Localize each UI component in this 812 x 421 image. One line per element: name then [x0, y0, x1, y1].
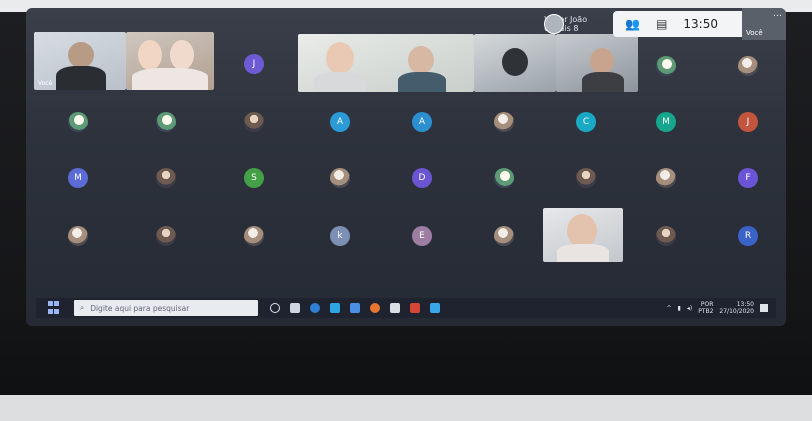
store-icon[interactable]	[390, 303, 400, 313]
pdf-icon[interactable]	[410, 303, 420, 313]
caller-chip[interactable]: Victor João e mais 8	[544, 14, 587, 34]
language-indicator[interactable]: POR PTB2	[698, 301, 713, 315]
task-view-icon[interactable]	[290, 303, 300, 313]
participant-avatar[interactable]: M	[68, 168, 88, 188]
chevron-up-icon[interactable]: ^	[666, 305, 671, 312]
windows-taskbar: ⌕ Digite aqui para pesquisar ^ ▮ ◂) POR …	[36, 298, 776, 318]
desk-surface	[0, 395, 812, 421]
firefox-icon[interactable]	[370, 303, 380, 313]
participant-photo[interactable]	[330, 168, 350, 188]
participant-photo[interactable]	[494, 112, 514, 132]
video-tile-boy-light[interactable]	[556, 34, 638, 92]
participant-face	[68, 42, 94, 68]
video-tile-girl-boy[interactable]	[298, 34, 474, 92]
participant-avatar[interactable]: k	[330, 226, 350, 246]
participant-photo[interactable]	[738, 56, 758, 76]
participant-photo[interactable]	[494, 168, 514, 188]
more-options-icon[interactable]: …	[773, 9, 782, 19]
participant-avatar[interactable]: E	[412, 226, 432, 246]
system-tray: ^ ▮ ◂) POR PTB2 13:50 27/10/2020	[666, 301, 776, 315]
participant-photo[interactable]	[494, 226, 514, 246]
edge-icon[interactable]	[310, 303, 320, 313]
participant-photo[interactable]	[576, 168, 596, 188]
video-tile-self[interactable]: Você	[34, 32, 126, 90]
meeting-topbar: Victor João e mais 8 👥 ▤ 13:50 … Você	[544, 8, 786, 40]
meeting-clock: 13:50	[683, 17, 718, 31]
video-tile-girl-glasses[interactable]	[543, 208, 623, 262]
search-icon: ⌕	[80, 303, 85, 312]
participant-photo[interactable]	[244, 112, 264, 132]
search-box[interactable]: ⌕ Digite aqui para pesquisar	[74, 300, 258, 316]
participant-avatar[interactable]: D	[412, 168, 432, 188]
participant-avatar[interactable]: F	[738, 168, 758, 188]
notifications-icon[interactable]	[760, 304, 768, 312]
participant-photo[interactable]	[656, 168, 676, 188]
chat-icon[interactable]: ▤	[656, 17, 667, 31]
participant-photo[interactable]	[68, 112, 88, 132]
participant-photo[interactable]	[656, 56, 676, 76]
participant-photo[interactable]	[156, 168, 176, 188]
self-preview[interactable]: … Você	[742, 8, 786, 40]
video-tile-boy-dark[interactable]	[474, 34, 556, 92]
participant-avatar[interactable]: J	[244, 54, 264, 74]
participant-avatar[interactable]: M	[656, 112, 676, 132]
laptop-screen: Você Victor João e mais 8 👥 ▤	[26, 8, 786, 326]
network-icon[interactable]: ▮	[678, 305, 681, 312]
video-tile-two-girls[interactable]	[126, 32, 214, 90]
participant-avatar[interactable]: C	[576, 112, 596, 132]
start-button[interactable]	[48, 301, 64, 315]
participant-photo[interactable]	[656, 226, 676, 246]
self-preview-label: Você	[746, 29, 763, 37]
cortana-icon[interactable]	[270, 303, 280, 313]
search-placeholder: Digite aqui para pesquisar	[90, 303, 190, 313]
participant-avatar[interactable]: R	[738, 226, 758, 246]
participant-photo[interactable]	[156, 226, 176, 246]
participant-photo[interactable]	[156, 112, 176, 132]
mail-icon[interactable]	[350, 303, 360, 313]
participant-avatar[interactable]: A	[412, 112, 432, 132]
active-app-icon[interactable]	[330, 303, 340, 313]
participant-avatar[interactable]: J	[738, 112, 758, 132]
datetime[interactable]: 13:50 27/10/2020	[719, 301, 754, 315]
participants-icon[interactable]: 👥	[625, 17, 640, 31]
self-tile-label: Você	[38, 80, 53, 87]
participant-photo[interactable]	[68, 226, 88, 246]
participant-avatar[interactable]: A	[330, 112, 350, 132]
taskbar-apps	[270, 303, 440, 313]
speaker-icon[interactable]: ◂)	[687, 305, 692, 312]
photos-icon[interactable]	[430, 303, 440, 313]
participant-body	[56, 66, 106, 90]
participant-photo[interactable]	[244, 226, 264, 246]
participant-avatar[interactable]: S	[244, 168, 264, 188]
